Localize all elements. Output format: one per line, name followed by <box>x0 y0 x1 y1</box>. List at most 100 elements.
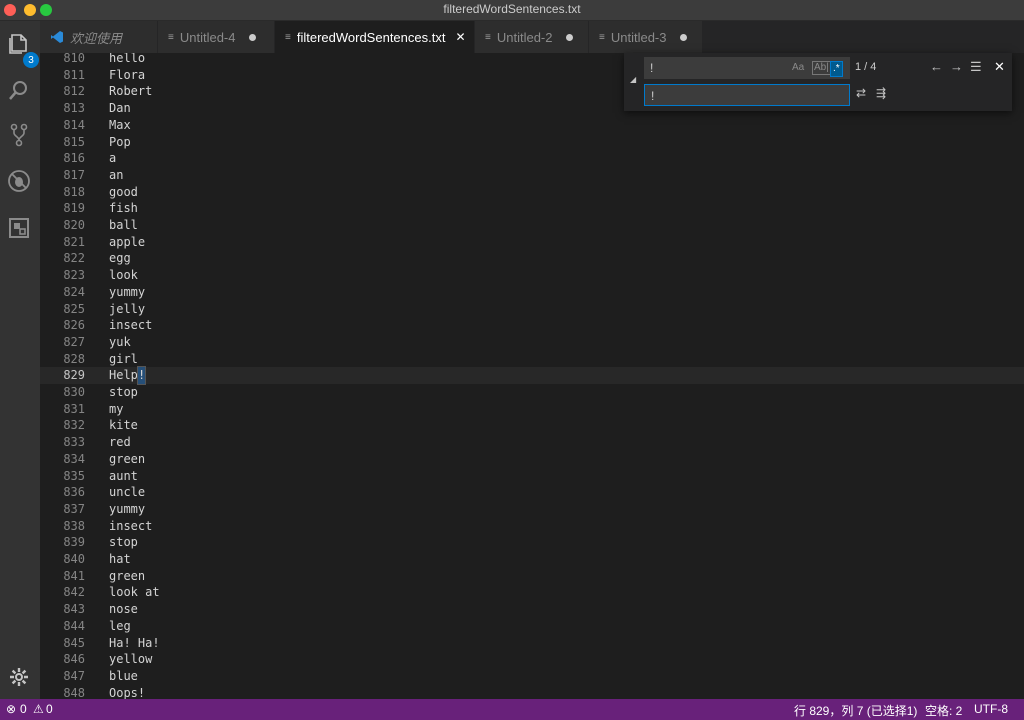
match-case-toggle[interactable]: Aa <box>792 61 804 75</box>
unsaved-dot-icon[interactable] <box>680 33 688 41</box>
line-text[interactable]: Flora <box>109 67 145 84</box>
line-text[interactable]: stop <box>109 534 138 551</box>
line-text[interactable]: red <box>109 434 131 451</box>
whole-word-toggle[interactable]: Ab| <box>812 61 831 75</box>
line-text[interactable]: an <box>109 167 123 184</box>
replace-input[interactable]: ! <box>644 84 850 106</box>
line-text[interactable]: Ha! Ha! <box>109 635 160 652</box>
editor-line[interactable]: 838 insect <box>40 518 1024 535</box>
editor-line[interactable]: 848 Oops! <box>40 685 1024 699</box>
find-in-selection-icon[interactable]: ☰ <box>970 59 982 75</box>
extensions-icon[interactable] <box>6 215 32 241</box>
line-text[interactable]: hello <box>109 53 145 67</box>
editor-line[interactable]: 839 stop <box>40 534 1024 551</box>
line-text[interactable]: apple <box>109 234 145 251</box>
tab-filteredwordsentences[interactable]: ≡ filteredWordSentences.txt ✕ <box>275 21 475 53</box>
error-count[interactable]: 0 <box>20 702 27 716</box>
editor-line[interactable]: 829 Help! <box>40 366 1024 385</box>
close-icon[interactable]: ✕ <box>994 59 1005 75</box>
editor-line[interactable]: 825 jelly <box>40 301 1024 318</box>
unsaved-dot-icon[interactable] <box>249 33 257 41</box>
editor-line[interactable]: 816 a <box>40 150 1024 167</box>
regex-toggle[interactable]: .* <box>830 61 843 77</box>
tab-untitled-4[interactable]: ≡ Untitled-4 <box>158 21 275 53</box>
line-text[interactable]: insect <box>109 317 152 334</box>
line-text[interactable]: good <box>109 184 138 201</box>
editor-line[interactable]: 836 uncle <box>40 484 1024 501</box>
line-text[interactable]: nose <box>109 601 138 618</box>
line-text[interactable]: hat <box>109 551 131 568</box>
editor-line[interactable]: 832 kite <box>40 417 1024 434</box>
line-text[interactable]: jelly <box>109 301 145 318</box>
search-icon[interactable] <box>6 77 32 103</box>
line-text[interactable]: fish <box>109 200 138 217</box>
line-text[interactable]: uncle <box>109 484 145 501</box>
line-text[interactable]: look at <box>109 584 160 601</box>
line-text[interactable]: stop <box>109 384 138 401</box>
line-text[interactable]: girl <box>109 351 138 368</box>
cursor-position[interactable]: 行 829，列 7 (已选择1) <box>794 702 917 719</box>
editor-line[interactable]: 842 look at <box>40 584 1024 601</box>
editor-line[interactable]: 830 stop <box>40 384 1024 401</box>
line-text[interactable]: ball <box>109 217 138 234</box>
line-text[interactable]: yuk <box>109 334 131 351</box>
editor-line[interactable]: 846 yellow <box>40 651 1024 668</box>
tab-untitled-2[interactable]: ≡ Untitled-2 <box>475 21 589 53</box>
gear-icon[interactable] <box>6 664 32 690</box>
replace-all-icon[interactable]: ⇶ <box>876 86 886 100</box>
editor-line[interactable]: 834 green <box>40 451 1024 468</box>
editor-line[interactable]: 833 red <box>40 434 1024 451</box>
line-text[interactable]: blue <box>109 668 138 685</box>
line-text[interactable]: yummy <box>109 284 145 301</box>
line-text[interactable]: yummy <box>109 501 145 518</box>
line-text[interactable]: green <box>109 451 145 468</box>
encoding[interactable]: UTF-8 <box>974 702 1008 716</box>
indentation[interactable]: 空格: 2 <box>925 702 962 719</box>
line-text[interactable]: leg <box>109 618 131 635</box>
editor-line[interactable]: 821 apple <box>40 234 1024 251</box>
line-text[interactable]: look <box>109 267 138 284</box>
editor-line[interactable]: 831 my <box>40 401 1024 418</box>
editor-line[interactable]: 818 good <box>40 184 1024 201</box>
next-match-icon[interactable]: → <box>950 59 963 74</box>
explorer-icon[interactable]: 3 <box>6 31 39 68</box>
editor-line[interactable]: 815 Pop <box>40 134 1024 151</box>
editor-line[interactable]: 845 Ha! Ha! <box>40 635 1024 652</box>
line-text[interactable]: kite <box>109 417 138 434</box>
editor-line[interactable]: 822 egg <box>40 250 1024 267</box>
line-text[interactable]: Oops! <box>109 685 145 699</box>
tab-untitled-3[interactable]: ≡ Untitled-3 <box>589 21 703 53</box>
line-text[interactable]: yellow <box>109 651 152 668</box>
line-text[interactable]: Dan <box>109 100 131 117</box>
editor-line[interactable]: 819 fish <box>40 200 1024 217</box>
editor-line[interactable]: 817 an <box>40 167 1024 184</box>
editor-line[interactable]: 840 hat <box>40 551 1024 568</box>
line-text[interactable]: my <box>109 401 123 418</box>
line-text[interactable]: Help <box>109 367 138 384</box>
editor-line[interactable]: 847 blue <box>40 668 1024 685</box>
editor-line[interactable]: 824 yummy <box>40 284 1024 301</box>
line-text[interactable]: aunt <box>109 468 138 485</box>
editor[interactable]: 810 hello 811 Flora 812 Robert 813 Dan 814 Max 815… <box>40 53 1024 699</box>
line-text[interactable]: Pop <box>109 134 131 151</box>
editor-line[interactable]: 826 insect <box>40 317 1024 334</box>
line-text[interactable]: green <box>109 568 145 585</box>
line-text[interactable]: insect <box>109 518 152 535</box>
warning-count[interactable]: 0 <box>46 702 53 716</box>
previous-match-icon[interactable]: ← <box>930 59 943 74</box>
editor-line[interactable]: 841 green <box>40 568 1024 585</box>
line-text[interactable]: egg <box>109 250 131 267</box>
selected-text[interactable]: ! <box>136 366 147 385</box>
tab-welcome[interactable]: 欢迎使用 <box>40 21 158 53</box>
editor-line[interactable]: 828 girl <box>40 351 1024 368</box>
editor-line[interactable]: 814 Max <box>40 117 1024 134</box>
editor-line[interactable]: 837 yummy <box>40 501 1024 518</box>
editor-line[interactable]: 823 look <box>40 267 1024 284</box>
line-text[interactable]: Max <box>109 117 131 134</box>
close-icon[interactable]: ✕ <box>455 30 465 44</box>
line-text[interactable]: a <box>109 150 116 167</box>
replace-icon[interactable]: ⇄ <box>856 86 866 100</box>
editor-line[interactable]: 820 ball <box>40 217 1024 234</box>
debug-icon[interactable] <box>6 168 32 194</box>
toggle-replace-icon[interactable]: ◢ <box>630 75 636 84</box>
